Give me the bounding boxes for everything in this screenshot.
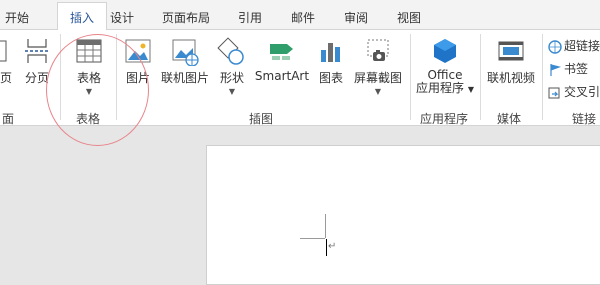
shapes-icon — [217, 37, 244, 65]
office-store-icon — [434, 39, 456, 63]
chevron-down-icon: ▼ — [467, 85, 474, 94]
online-video-button[interactable]: 联机视频 — [484, 36, 538, 86]
document-page[interactable] — [206, 145, 600, 285]
picture-label: 图片 — [125, 71, 150, 85]
office-apps-button[interactable]: Office 应用程序 ▼ — [414, 36, 476, 96]
online-video-label: 联机视频 — [486, 71, 535, 85]
cross-reference-icon — [548, 87, 560, 98]
chevron-down-icon: ▼ — [374, 87, 382, 96]
blank-page-label: 页 — [0, 71, 12, 85]
tab-review[interactable]: 审阅 — [344, 9, 368, 26]
tab-view[interactable]: 视图 — [397, 9, 421, 26]
group-label-tables: 表格 — [76, 112, 101, 126]
bookmark-icon — [550, 63, 562, 76]
bookmark-label: 书签 — [564, 62, 589, 76]
ribbon: 页 分页 表格 ▼ 图片 联机图片 形状 ▼ SmartArt 图表 屏幕截图 … — [0, 30, 600, 126]
group-separator — [60, 34, 61, 120]
tab-insert[interactable]: 插入 — [57, 2, 107, 31]
group-label-links: 链接 — [572, 112, 597, 126]
tab-home[interactable]: 开始 — [5, 9, 29, 26]
page-break-button[interactable]: 分页 — [22, 36, 52, 86]
screenshot-icon — [367, 39, 389, 61]
smartart-button[interactable]: SmartArt — [253, 36, 311, 83]
picture-button[interactable]: 图片 — [122, 36, 154, 86]
online-picture-icon — [172, 39, 199, 66]
shapes-button[interactable]: 形状 ▼ — [215, 36, 249, 96]
paragraph-mark: ↵ — [328, 241, 337, 252]
group-label-illustrations: 插图 — [249, 112, 274, 126]
tab-page-layout[interactable]: 页面布局 — [162, 9, 210, 26]
online-video-icon — [498, 41, 524, 61]
smartart-icon — [270, 44, 293, 60]
online-picture-label: 联机图片 — [160, 71, 209, 85]
shapes-label: 形状 — [219, 71, 244, 85]
group-label-pages-partial: 面 — [2, 112, 15, 126]
margin-corner-mark-vertical — [325, 214, 326, 238]
group-separator — [542, 34, 543, 120]
hyperlink-icon — [548, 39, 562, 54]
ribbon-tab-bar: 开始 插入 设计 页面布局 引用 邮件 审阅 视图 — [0, 0, 600, 31]
table-icon — [76, 39, 102, 63]
blank-page-icon — [0, 40, 7, 62]
chart-button[interactable]: 图表 — [316, 36, 346, 86]
chart-icon — [321, 43, 340, 62]
picture-icon — [125, 39, 151, 63]
smartart-label: SmartArt — [254, 69, 310, 83]
blank-page-button-partial[interactable]: 页 — [0, 36, 14, 86]
group-separator — [480, 34, 481, 120]
cross-reference-label: 交叉引 — [564, 85, 600, 99]
group-label-apps: 应用程序 — [420, 112, 469, 126]
cross-reference-button[interactable]: 交叉引 — [548, 83, 600, 100]
table-button[interactable]: 表格 ▼ — [72, 36, 106, 96]
tab-mailings[interactable]: 邮件 — [291, 9, 315, 26]
tab-references[interactable]: 引用 — [238, 9, 262, 26]
group-separator — [410, 34, 411, 120]
group-label-media: 媒体 — [497, 112, 522, 126]
hyperlink-label: 超链接 — [564, 39, 600, 53]
tab-design[interactable]: 设计 — [110, 9, 134, 26]
page-break-label: 分页 — [24, 71, 49, 85]
group-separator — [116, 34, 117, 120]
chevron-down-icon: ▼ — [228, 87, 236, 96]
chevron-down-icon: ▼ — [85, 87, 93, 96]
bookmark-button[interactable]: 书签 — [548, 60, 588, 77]
screenshot-label: 屏幕截图 — [353, 71, 402, 85]
table-label: 表格 — [76, 71, 101, 85]
office-apps-label-text: 应用程序 — [416, 81, 465, 95]
office-apps-label-line2: 应用程序 ▼ — [414, 82, 476, 96]
hyperlink-button[interactable]: 超链接 — [548, 37, 600, 54]
screenshot-button[interactable]: 屏幕截图 ▼ — [352, 36, 404, 96]
page-break-icon — [25, 39, 49, 63]
text-cursor — [326, 239, 327, 256]
chart-label: 图表 — [318, 71, 343, 85]
online-picture-button[interactable]: 联机图片 — [160, 36, 210, 86]
margin-corner-mark-horizontal — [300, 238, 325, 239]
